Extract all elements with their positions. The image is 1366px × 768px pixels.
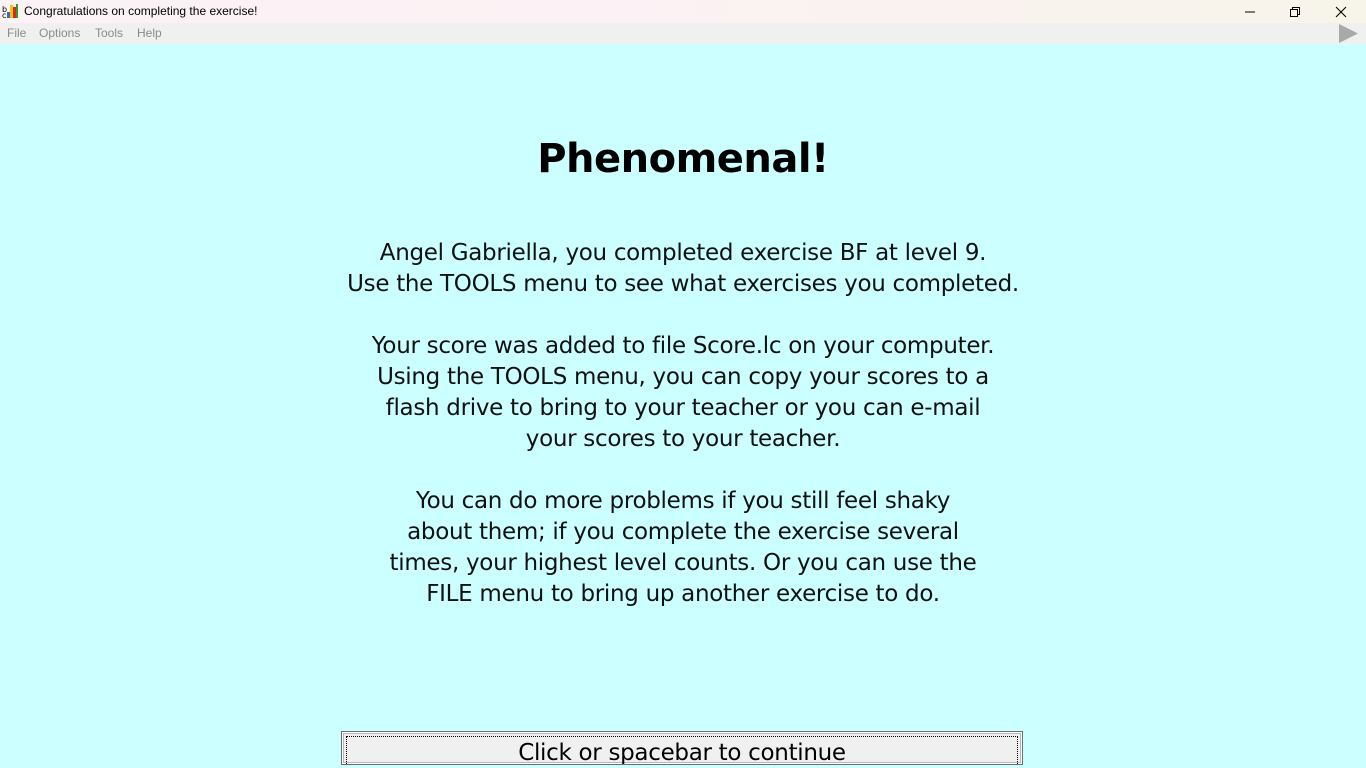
minimize-button[interactable] (1227, 0, 1273, 23)
text-line: Use the TOOLS menu to see what exercises… (347, 271, 1019, 297)
close-icon (1335, 6, 1347, 17)
continue-button[interactable]: Click or spacebar to continue (341, 731, 1023, 765)
paragraph-completion: Angel Gabriella, you completed exercise … (283, 238, 1083, 300)
menu-bar: File Options Tools Help (0, 23, 1366, 44)
menu-file[interactable]: File (7, 26, 26, 40)
headline: Phenomenal! (537, 136, 829, 182)
text-line: You can do more problems if you still fe… (415, 488, 951, 514)
paragraph-score: Your score was added to file Score.lc on… (283, 331, 1083, 455)
menu-tools[interactable]: Tools (95, 26, 123, 40)
app-icon[interactable]: b c (2, 3, 19, 20)
menu-help[interactable]: Help (137, 26, 162, 40)
restore-icon (1290, 6, 1300, 17)
text-line: FILE menu to bring up another exercise t… (426, 581, 940, 607)
play-icon[interactable] (1336, 23, 1360, 44)
paragraph-more-problems: You can do more problems if you still fe… (283, 486, 1083, 610)
title-bar: b c Congratulations on completing the ex… (0, 0, 1366, 23)
text-line: Using the TOOLS menu, you can copy your … (377, 364, 989, 390)
continue-button-label: Click or spacebar to continue (518, 740, 846, 765)
minimize-icon (1245, 11, 1255, 12)
close-button[interactable] (1318, 0, 1364, 23)
maximize-button[interactable] (1272, 0, 1318, 23)
text-line: Angel Gabriella, you completed exercise … (379, 240, 987, 266)
text-line: Your score was added to file Score.lc on… (371, 333, 995, 359)
text-line: your scores to your teacher. (525, 426, 841, 452)
svg-text:c: c (2, 11, 6, 19)
text-line: about them; if you complete the exercise… (407, 519, 959, 545)
text-line: flash drive to bring to your teacher or … (385, 395, 981, 421)
menu-options[interactable]: Options (39, 26, 80, 40)
text-line: times, your highest level counts. Or you… (389, 550, 977, 576)
window-title: Congratulations on completing the exerci… (24, 4, 258, 18)
